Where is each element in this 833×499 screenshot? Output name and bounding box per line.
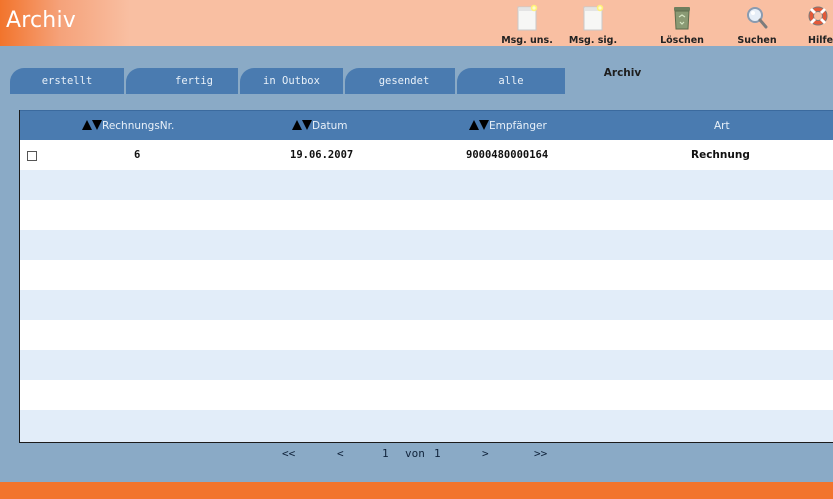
table-row-empty	[20, 350, 833, 380]
search-label: Suchen	[737, 35, 777, 46]
magnifier-icon	[745, 4, 769, 36]
sort-asc-icon[interactable]	[82, 120, 92, 130]
tab-label: alle	[498, 75, 524, 87]
tab-gesendet[interactable]: gesendet	[345, 68, 455, 94]
table-row-empty	[20, 290, 833, 320]
tab-label: fertig	[175, 75, 213, 87]
app-header: Archiv Msg. uns. Msg. sig. Löschen Suche…	[0, 0, 833, 46]
total-pages-number: 1	[434, 447, 441, 460]
table-row-empty	[20, 410, 833, 442]
row-checkbox[interactable]	[27, 151, 37, 161]
sort-desc-icon[interactable]	[302, 120, 312, 130]
table-header: RechnungsNr. Datum Empfänger Art	[20, 110, 833, 140]
tab-erstellt[interactable]: erstellt	[10, 68, 124, 94]
tab-in-outbox[interactable]: in Outbox	[240, 68, 343, 94]
column-header-art: Art	[714, 120, 730, 134]
sort-asc-icon[interactable]	[469, 120, 479, 130]
tab-label: gesendet	[378, 75, 430, 87]
sort-desc-icon[interactable]	[92, 120, 102, 130]
sort-desc-icon[interactable]	[479, 120, 489, 130]
tab-label: in Outbox	[263, 75, 320, 87]
cell-art: Rechnung	[691, 149, 750, 161]
cell-datum: 19.06.2007	[290, 149, 354, 161]
page-of-label: von	[405, 447, 425, 460]
column-header-rechnungsnr: RechnungsNr.	[82, 120, 174, 134]
tab-label: Archiv	[603, 67, 642, 79]
msg-uns-button[interactable]: Msg. uns.	[496, 4, 558, 46]
tab-fertig[interactable]: fertig	[126, 68, 238, 94]
column-header-empfaenger: Empfänger	[469, 120, 547, 134]
help-button[interactable]: Hilfe	[804, 4, 833, 46]
column-label: Datum	[312, 120, 348, 132]
delete-button[interactable]: Löschen	[654, 4, 710, 46]
table-row-empty	[20, 230, 833, 260]
last-page-link[interactable]: >>	[534, 447, 547, 460]
cell-empfaenger: 9000480000164	[466, 149, 549, 161]
search-button[interactable]: Suchen	[732, 4, 782, 46]
first-page-link[interactable]: <<	[282, 447, 295, 460]
msg-sig-button[interactable]: Msg. sig.	[564, 4, 622, 46]
new-document-icon	[581, 4, 605, 36]
column-header-datum: Datum	[292, 120, 348, 134]
tab-archiv[interactable]: Archiv	[567, 58, 678, 94]
recycle-bin-icon	[670, 4, 694, 36]
msg-uns-label: Msg. uns.	[501, 35, 553, 46]
new-document-icon	[515, 4, 539, 36]
prev-page-link[interactable]: <	[337, 447, 344, 460]
folder-tabs: erstellt fertig in Outbox gesendet alle …	[0, 58, 833, 94]
column-label: RechnungsNr.	[102, 120, 175, 132]
msg-sig-label: Msg. sig.	[568, 35, 618, 46]
column-label: Empfänger	[489, 120, 547, 132]
page-title: Archiv	[6, 8, 76, 33]
sort-asc-icon[interactable]	[292, 120, 302, 130]
table-row-empty	[20, 260, 833, 290]
lifebuoy-icon	[806, 4, 830, 36]
pagination: << < 1 von 1 > >>	[0, 447, 833, 463]
table-row-empty	[20, 170, 833, 200]
message-table: RechnungsNr. Datum Empfänger Art 6 19.06…	[19, 110, 833, 443]
cell-rechnungsnr: 6	[134, 149, 141, 161]
table-row-empty	[20, 200, 833, 230]
table-row-empty	[20, 320, 833, 350]
footer-bar	[0, 482, 833, 499]
table-row[interactable]: 6 19.06.2007 9000480000164 Rechnung	[20, 140, 833, 170]
tab-alle[interactable]: alle	[457, 68, 565, 94]
next-page-link[interactable]: >	[482, 447, 489, 460]
tab-label: erstellt	[41, 75, 93, 87]
column-label: Art	[714, 120, 730, 132]
help-label: Hilfe	[808, 35, 833, 46]
current-page-number: 1	[382, 447, 389, 460]
table-row-empty	[20, 380, 833, 410]
delete-label: Löschen	[660, 35, 704, 46]
